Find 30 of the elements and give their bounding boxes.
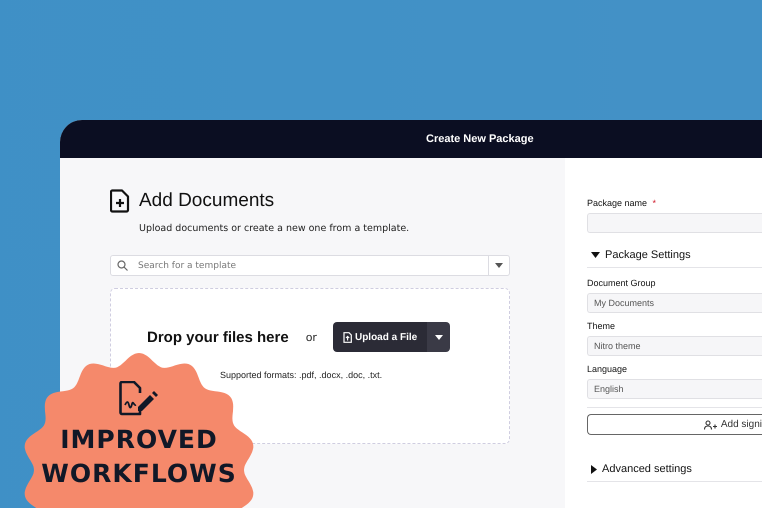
supported-formats-text: Supported formats: .pdf, .docx, .doc, .txt.	[220, 370, 384, 380]
caret-icon	[591, 252, 600, 258]
caret-icon	[591, 464, 597, 474]
document-plus-icon	[110, 189, 130, 213]
package-name-field[interactable]	[587, 213, 762, 233]
drop-prompt: Drop your files here	[147, 328, 289, 346]
required-mark: *	[652, 198, 656, 208]
window-title: Create New Package	[426, 133, 534, 145]
field-label: Package name *	[587, 198, 658, 208]
upload-file-button[interactable]: Upload a File	[332, 322, 428, 352]
person-plus-icon	[704, 420, 717, 430]
template-search-field[interactable]: Search for a template	[110, 255, 510, 276]
section-title: Add Documents	[139, 190, 274, 212]
field-label: Theme	[587, 321, 616, 331]
select-field[interactable]: Nitro theme	[587, 336, 762, 356]
file-upload-icon	[342, 332, 352, 342]
caret-icon	[434, 334, 443, 340]
select-field[interactable]: My Documents	[587, 293, 762, 313]
upload-options-button[interactable]	[427, 322, 450, 352]
select-field[interactable]: English	[587, 379, 762, 399]
or-text: or	[306, 330, 317, 344]
search-icon	[117, 260, 128, 271]
signed-document-icon	[118, 381, 158, 417]
add-signer-button[interactable]: Add signi	[587, 414, 762, 435]
settings-toggle[interactable]: Package Settings	[587, 241, 762, 268]
field-label: Document Group	[587, 278, 657, 288]
field-label: Language	[587, 364, 628, 374]
section-subtitle: Upload documents or create a new one from a template.	[139, 223, 410, 234]
advanced-settings-toggle[interactable]: Advanced settings	[587, 455, 762, 482]
search-input[interactable]: Search for a template	[136, 260, 488, 272]
